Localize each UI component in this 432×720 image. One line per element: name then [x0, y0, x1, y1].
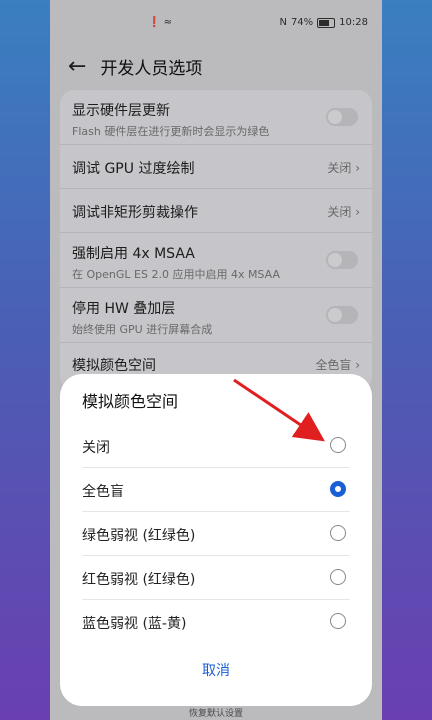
annotation-arrow-icon: [233, 378, 325, 442]
